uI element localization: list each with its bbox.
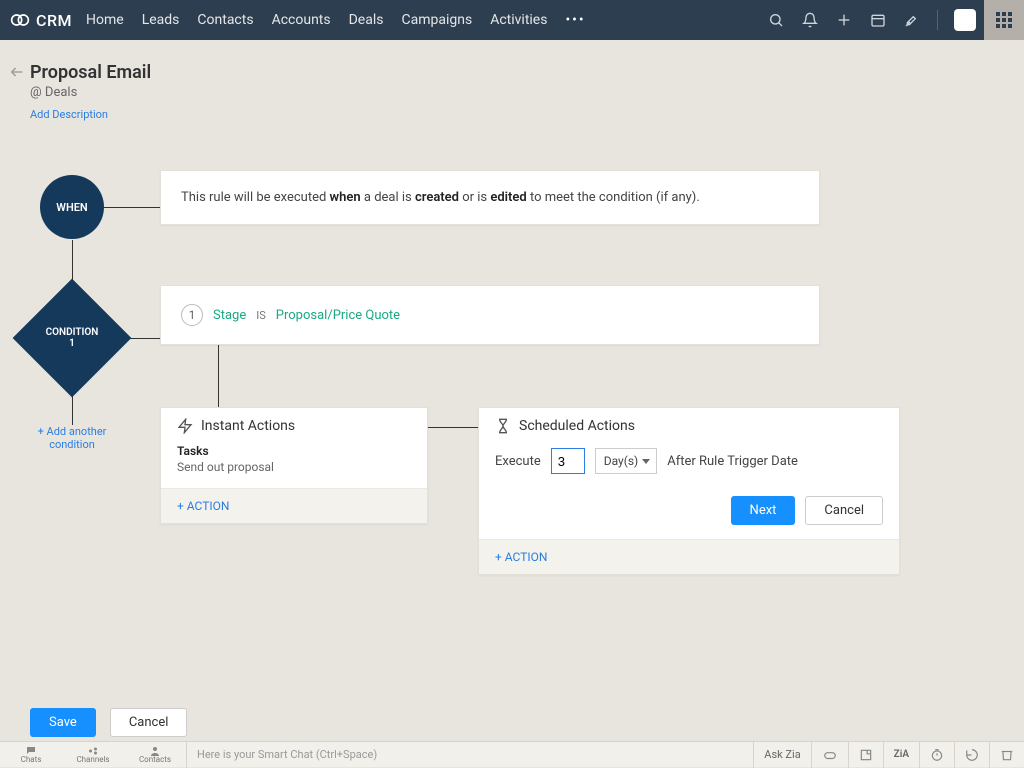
bottom-bar: Chats Channels Contacts Here is your Sma… — [0, 741, 1024, 767]
connector — [218, 345, 219, 407]
back-arrow-icon[interactable] — [6, 64, 28, 84]
instant-add-action[interactable]: + ACTION — [161, 488, 427, 523]
plus-icon[interactable] — [835, 11, 853, 29]
calendar-icon[interactable] — [869, 11, 887, 29]
nav-activities[interactable]: Activities — [490, 12, 547, 28]
after-trigger-text: After Rule Trigger Date — [667, 454, 798, 469]
tasks-label: Tasks — [177, 444, 411, 458]
when-mid1: a deal is — [361, 190, 415, 205]
bb-chats[interactable]: Chats — [0, 745, 62, 764]
execute-value-input[interactable] — [551, 448, 585, 474]
scheduled-buttons: Next Cancel — [495, 496, 883, 525]
when-mid2: or is — [459, 190, 490, 205]
instant-actions-header: Instant Actions — [161, 408, 427, 440]
tools-icon[interactable] — [903, 11, 921, 29]
scheduled-actions-title: Scheduled Actions — [519, 418, 635, 434]
nav-leads[interactable]: Leads — [142, 12, 180, 28]
nav-more-icon[interactable]: ••• — [565, 12, 585, 28]
connector — [428, 427, 478, 428]
rule-module: @ Deals — [30, 85, 994, 100]
topbar-icons — [767, 9, 976, 31]
when-panel[interactable]: This rule will be executed when a deal i… — [160, 170, 820, 225]
execute-label: Execute — [495, 454, 541, 469]
nav-home[interactable]: Home — [86, 12, 124, 28]
brand-text: CRM — [36, 11, 72, 30]
apps-grid-icon[interactable] — [984, 0, 1024, 40]
condition-panel[interactable]: 1 Stage IS Proposal/Price Quote — [160, 285, 820, 345]
nav-campaigns[interactable]: Campaigns — [401, 12, 472, 28]
condition-operator: IS — [256, 309, 266, 322]
execute-unit-value: Day(s) — [604, 454, 638, 468]
brand-logo-icon — [10, 10, 30, 30]
when-node[interactable]: WHEN — [40, 175, 104, 239]
bb-clock-icon[interactable] — [919, 742, 954, 768]
when-b3: edited — [490, 190, 526, 205]
bell-icon[interactable] — [801, 11, 819, 29]
next-button[interactable]: Next — [731, 496, 796, 525]
scheduled-body: Execute Day(s) After Rule Trigger Date N… — [479, 440, 899, 539]
connector — [104, 207, 160, 208]
bb-sticky-icon[interactable] — [848, 742, 883, 768]
when-b1: when — [330, 190, 361, 205]
bb-channels[interactable]: Channels — [62, 745, 124, 764]
brand[interactable]: CRM — [10, 10, 72, 30]
lightning-icon — [177, 418, 193, 434]
scheduled-actions-panel: Scheduled Actions Execute Day(s) After R… — [478, 407, 900, 575]
condition-field[interactable]: Stage — [213, 308, 246, 323]
separator — [937, 10, 938, 30]
hourglass-icon — [495, 418, 511, 434]
bottombar-right: Ask Zia ZiA — [753, 742, 1024, 768]
bottombar-left: Chats Channels Contacts — [0, 745, 186, 764]
task-block: Tasks Send out proposal — [161, 440, 427, 488]
bb-trash-icon[interactable] — [989, 742, 1024, 768]
nav-accounts[interactable]: Accounts — [272, 12, 331, 28]
ask-zia-button[interactable]: Ask Zia — [753, 742, 810, 768]
when-b2: created — [415, 190, 459, 205]
top-nav: CRM Home Leads Contacts Accounts Deals C… — [0, 0, 1024, 40]
when-text: This rule will be executed when a deal i… — [181, 190, 700, 205]
add-description-link[interactable]: Add Description — [30, 108, 108, 121]
footer-buttons: Save Cancel — [30, 708, 187, 737]
when-suffix: to meet the condition (if any). — [527, 190, 700, 205]
bb-chats-label: Chats — [0, 755, 62, 764]
search-icon[interactable] — [767, 11, 785, 29]
execute-unit-select[interactable]: Day(s) — [595, 448, 657, 474]
save-button[interactable]: Save — [30, 708, 96, 737]
nav-contacts[interactable]: Contacts — [197, 12, 253, 28]
bb-contacts[interactable]: Contacts — [124, 745, 186, 764]
bb-channels-label: Channels — [62, 755, 124, 764]
avatar[interactable] — [954, 9, 976, 31]
when-prefix: This rule will be executed — [181, 190, 330, 205]
instant-actions-panel: Instant Actions Tasks Send out proposal … — [160, 407, 428, 524]
condition-value[interactable]: Proposal/Price Quote — [276, 308, 400, 323]
when-node-label: WHEN — [56, 201, 87, 214]
condition-number: 1 — [181, 304, 203, 326]
add-condition-link[interactable]: + Add another condition — [30, 425, 114, 451]
module-name: Deals — [45, 85, 77, 100]
rule-title: Proposal Email — [30, 62, 994, 83]
workflow-canvas: WHEN This rule will be executed when a d… — [0, 145, 1024, 697]
smart-chat-input[interactable]: Here is your Smart Chat (Ctrl+Space) — [187, 748, 753, 761]
bb-contacts-label: Contacts — [124, 755, 186, 764]
condition-node[interactable] — [13, 279, 132, 398]
nav-deals[interactable]: Deals — [349, 12, 384, 28]
instant-actions-title: Instant Actions — [201, 418, 295, 434]
scheduled-cancel-button[interactable]: Cancel — [805, 496, 883, 525]
page-header: Proposal Email @ Deals Add Description — [0, 40, 1024, 130]
task-name[interactable]: Send out proposal — [177, 460, 411, 474]
scheduled-add-action[interactable]: + ACTION — [479, 539, 899, 574]
module-prefix: @ — [30, 85, 45, 100]
nav-items: Home Leads Contacts Accounts Deals Campa… — [86, 12, 586, 28]
bb-zia-icon[interactable]: ZiA — [883, 742, 919, 768]
scheduled-actions-header: Scheduled Actions — [479, 408, 899, 440]
cancel-button[interactable]: Cancel — [110, 708, 188, 737]
bb-game-icon[interactable] — [811, 742, 848, 768]
bb-history-icon[interactable] — [954, 742, 989, 768]
